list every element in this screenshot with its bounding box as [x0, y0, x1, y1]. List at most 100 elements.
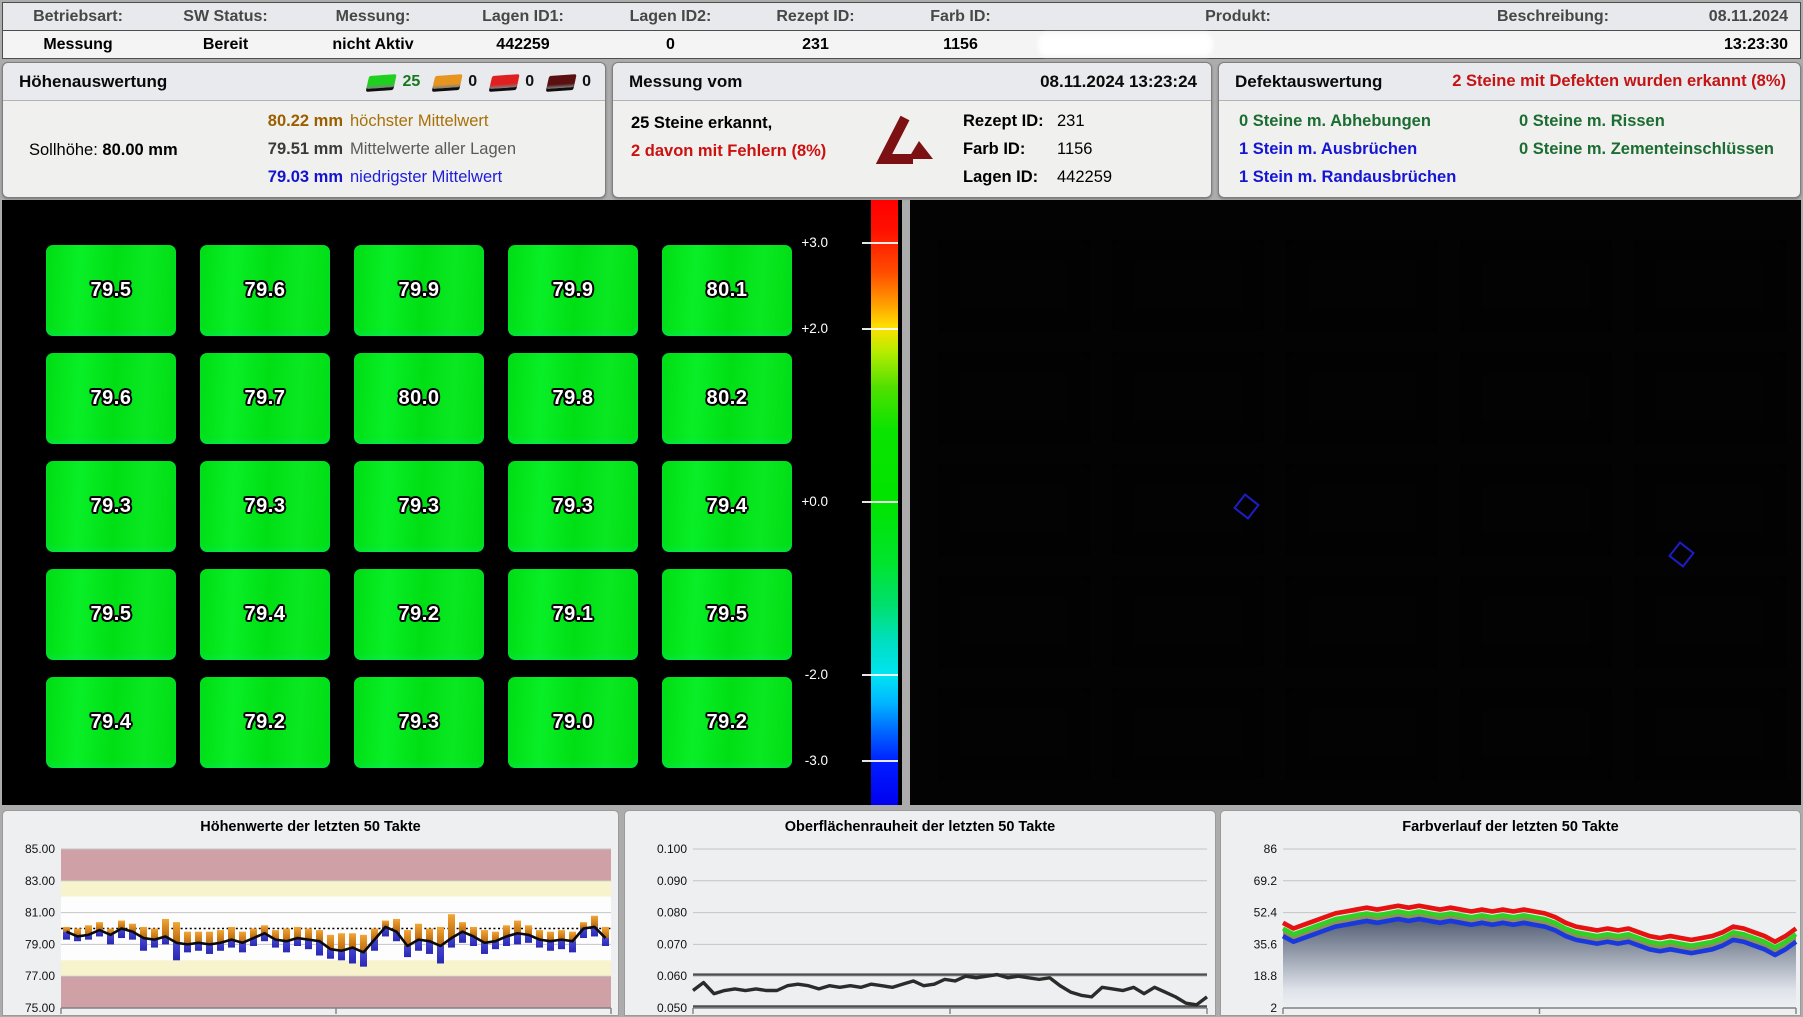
stones-error-text: 2 davon mit Fehlern (8%): [631, 137, 826, 165]
hoehen-stat-0: 80.22 mmhöchster Mittelwert: [255, 107, 516, 135]
counter-ok-stones-value: 25: [402, 73, 420, 91]
topbar-label-1: SW Status:: [153, 8, 298, 26]
counter-fail-stones: 0: [491, 73, 534, 91]
topbar-value-1: Bereit: [153, 36, 298, 54]
camera-stone: [1634, 688, 1786, 779]
svg-text:0.070: 0.070: [657, 937, 687, 951]
topbar-label-5: Rezept ID:: [743, 8, 888, 26]
svg-text:86: 86: [1264, 842, 1278, 856]
camera-stone: [938, 240, 1090, 331]
chart-hoehenwerte-plot: 85.0083.0081.0079.0077.0075.00: [3, 839, 620, 1017]
camera-stone: [938, 352, 1090, 443]
camera-stone: [1634, 576, 1786, 667]
measurement-id-1: Farb ID:1156: [963, 135, 1112, 163]
colorbar-tick-label: +2.0: [801, 321, 828, 336]
sollhoehe-label: Sollhöhe:: [29, 141, 98, 159]
hoehen-stat-value-1: 79.51 mm: [255, 140, 343, 159]
chart-farbverlauf-plot: 8669.252.435.618.82: [1221, 839, 1802, 1017]
topbar-value-3: 442259: [448, 36, 598, 54]
colorbar-tick-label: -3.0: [805, 753, 828, 768]
camera-stone: [938, 576, 1090, 667]
camera-stone: [1286, 352, 1438, 443]
counter-fail-stones-value: 0: [525, 73, 534, 91]
measurement-id-0: Rezept ID:231: [963, 107, 1112, 135]
svg-text:75.00: 75.00: [25, 1001, 55, 1015]
colorbar-ticks: +3.0+2.0+0.0-2.0-3.0: [2, 200, 868, 805]
svg-text:0.090: 0.090: [657, 874, 687, 888]
measurement-id-value-1: 1156: [1057, 140, 1092, 159]
panel-title: Defektauswertung: [1235, 72, 1382, 92]
camera-stone: [1286, 576, 1438, 667]
chart-rauheit-title: Oberflächenrauheit der letzten 50 Takte: [625, 811, 1215, 835]
fail-stones-brick-icon: [490, 74, 520, 89]
measurement-id-label-0: Rezept ID:: [963, 112, 1057, 131]
panel-messung-vom: Messung vom 08.11.2024 13:23:24 25 Stein…: [612, 62, 1212, 198]
defect-stat-line: 1 Stein m. Ausbrüchen: [1239, 135, 1456, 163]
counter-ok-stones: 25: [368, 73, 420, 91]
warn-stones-brick-icon: [433, 74, 463, 89]
camera-stone: [1634, 464, 1786, 555]
hoehen-stat-1: 79.51 mmMittelwerte aller Lagen: [255, 135, 516, 163]
defekt-column-1: 0 Steine m. Abhebungen1 Stein m. Ausbrüc…: [1239, 107, 1456, 191]
panel-defekt-body: 0 Steine m. Abhebungen1 Stein m. Ausbrüc…: [1219, 101, 1800, 197]
camera-stone: [1460, 464, 1612, 555]
topbar-label-2: Messung:: [298, 8, 448, 26]
company-logo-icon: [875, 111, 937, 172]
svg-text:0.100: 0.100: [657, 842, 687, 856]
camera-stone: [1634, 352, 1786, 443]
svg-text:0.050: 0.050: [657, 1001, 687, 1015]
camera-stone: [1286, 688, 1438, 779]
height-colorbar: [871, 200, 898, 805]
hoehen-stat-value-2: 79.03 mm: [255, 168, 343, 187]
defect-stones-brick-icon: [546, 74, 576, 89]
camera-stone: [938, 464, 1090, 555]
panel-title: Höhenauswertung: [19, 72, 167, 92]
camera-stone: [1286, 240, 1438, 331]
measurement-ids: Rezept ID:231Farb ID:1156Lagen ID:442259: [963, 107, 1112, 191]
svg-text:77.00: 77.00: [25, 969, 55, 983]
defect-stat-line: 0 Steine m. Zementeinschlüssen: [1519, 135, 1774, 163]
camera-stone: [1112, 240, 1264, 331]
panel-hoehenauswertung-header: Höhenauswertung 25 0 0 0: [3, 63, 605, 101]
colorbar-tick-label: +3.0: [801, 235, 828, 250]
topbar-label-8: Beschreibung:: [1443, 8, 1663, 26]
svg-text:0.080: 0.080: [657, 906, 687, 920]
hoehen-stat-2: 79.03 mmniedrigster Mittelwert: [255, 163, 516, 191]
topbar-value-2: nicht Aktiv: [298, 36, 448, 54]
counter-defect-stones-value: 0: [582, 73, 591, 91]
camera-stone: [938, 688, 1090, 779]
counter-warn-stones-value: 0: [468, 73, 477, 91]
camera-stone: [1460, 240, 1612, 331]
camera-stone: [1460, 576, 1612, 667]
svg-text:85.00: 85.00: [25, 842, 55, 856]
camera-stone: [1460, 352, 1612, 443]
svg-text:0.060: 0.060: [657, 969, 687, 983]
panel-hoehenauswertung: Höhenauswertung 25 0 0 0 Sollhöhe: 80.00 mm…: [2, 62, 606, 198]
panel-hoehenauswertung-body: Sollhöhe: 80.00 mm 80.22 mmhöchster Mitt…: [3, 101, 605, 197]
counter-defect-stones: 0: [548, 73, 591, 91]
camera-stone: [1112, 688, 1264, 779]
defekt-headline: 2 Steine mit Defekten wurden erkannt (8%…: [1452, 72, 1786, 91]
svg-text:35.6: 35.6: [1254, 937, 1278, 951]
stones-detected-text: 25 Steine erkannt,: [631, 109, 826, 137]
chart-farbverlauf: Farbverlauf der letzten 50 Takte 8669.25…: [1220, 810, 1801, 1016]
defect-stat-line: 0 Steine m. Rissen: [1519, 107, 1774, 135]
measurement-id-value-0: 231: [1057, 112, 1085, 131]
colorbar-tick-label: +0.0: [801, 494, 828, 509]
messung-summary: 25 Steine erkannt, 2 davon mit Fehlern (…: [631, 109, 826, 165]
panel-defekt-header: Defektauswertung 2 Steine mit Defekten w…: [1219, 63, 1800, 101]
svg-text:2: 2: [1270, 1001, 1277, 1015]
camera-stone: [1286, 464, 1438, 555]
camera-stone: [1112, 576, 1264, 667]
panel-defektauswertung: Defektauswertung 2 Steine mit Defekten w…: [1218, 62, 1801, 198]
sollhoehe: Sollhöhe: 80.00 mm: [29, 141, 178, 160]
measurement-id-2: Lagen ID:442259: [963, 163, 1112, 191]
panel-title: Messung vom: [629, 72, 742, 92]
chart-farbverlauf-title: Farbverlauf der letzten 50 Takte: [1221, 811, 1800, 835]
hoehen-statistics: 80.22 mmhöchster Mittelwert79.51 mmMitte…: [255, 107, 516, 191]
height-map-view: 79.579.679.979.980.179.679.780.079.880.2…: [2, 200, 902, 805]
defect-stat-line: 1 Stein m. Randausbrüchen: [1239, 163, 1456, 191]
defekt-column-2: 0 Steine m. Rissen0 Steine m. Zementeins…: [1519, 107, 1774, 163]
panel-messung-header: Messung vom 08.11.2024 13:23:24: [613, 63, 1211, 101]
topbar-label-0: Betriebsart:: [3, 8, 153, 26]
